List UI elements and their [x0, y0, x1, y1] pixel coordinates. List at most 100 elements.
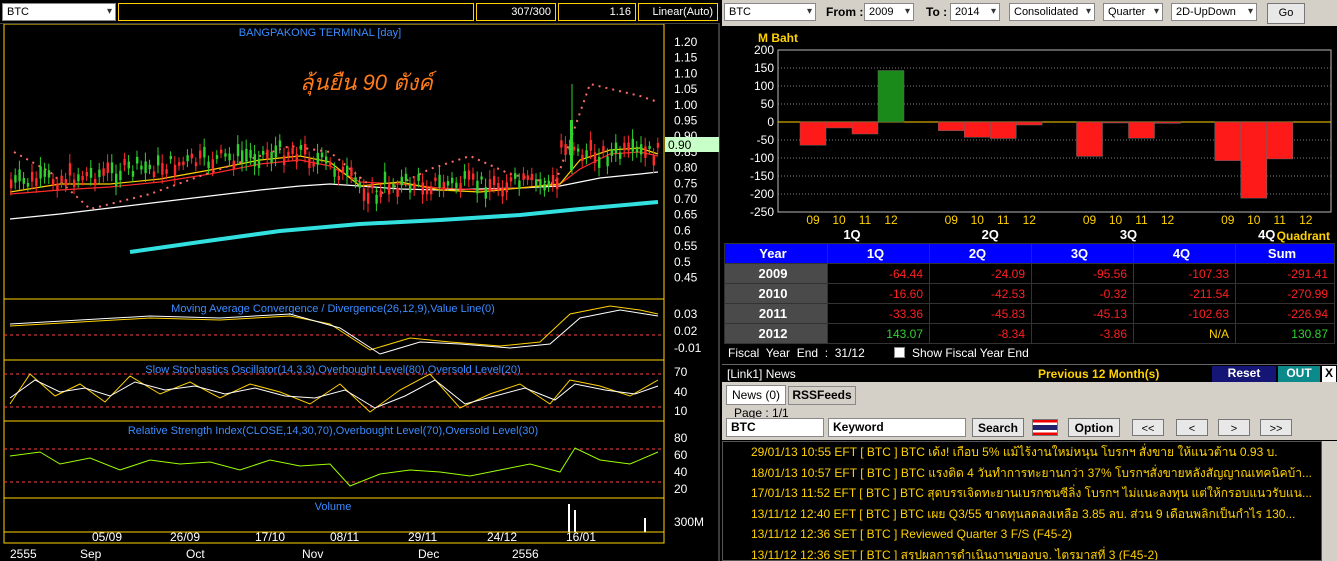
volume-tick: 300M — [674, 515, 704, 529]
year-tick: 09 — [945, 213, 959, 227]
candle — [522, 173, 525, 180]
date-tick-3: 17/10 — [255, 530, 285, 544]
keyword-input[interactable]: Keyword — [828, 418, 966, 437]
candle — [165, 169, 168, 174]
candle — [371, 182, 374, 188]
month-tick-6: 2556 — [512, 547, 539, 561]
candle — [463, 171, 466, 179]
price-tick: 0.65 — [674, 208, 698, 222]
candle — [598, 156, 601, 168]
candle — [123, 158, 126, 166]
news-item[interactable]: 13/11/12 12:36 SET [ BTC ] สรุปผลการดำเน… — [723, 545, 1321, 561]
candle — [367, 192, 370, 204]
candle — [94, 178, 97, 186]
previous-months[interactable]: Previous 12 Month(s) — [1038, 367, 1159, 381]
show-fiscal-label[interactable]: Show Fiscal Year End — [912, 346, 1029, 360]
close-icon[interactable]: X — [1322, 366, 1336, 382]
news-scrollbar[interactable] — [1322, 441, 1337, 561]
col-3q: 3Q — [1031, 243, 1134, 264]
year-tick: 10 — [1109, 213, 1123, 227]
rsi-tick-3: 40 — [674, 465, 688, 479]
candle — [320, 152, 324, 158]
to-year-select[interactable]: 2014 — [950, 3, 1000, 21]
candle — [316, 152, 319, 165]
candle — [383, 171, 387, 184]
candle — [442, 181, 445, 191]
candle — [388, 184, 391, 195]
option-button[interactable]: Option — [1068, 418, 1120, 437]
date-tick-2: 26/09 — [170, 530, 200, 544]
table-cell: -107.33 — [1133, 263, 1236, 284]
candle — [619, 152, 622, 159]
candle — [148, 164, 151, 170]
tab-news[interactable]: News (0) — [726, 385, 786, 405]
candle — [26, 182, 30, 187]
out-button[interactable]: OUT — [1278, 366, 1320, 382]
candle — [144, 161, 147, 174]
view-select[interactable]: 2D-UpDown — [1171, 3, 1257, 21]
month-tick-3: Oct — [186, 547, 205, 561]
next-page-button[interactable]: > — [1218, 419, 1250, 436]
candle — [480, 176, 483, 180]
scale-mode[interactable]: Linear(Auto) — [638, 3, 718, 21]
candle — [161, 163, 164, 175]
candle — [278, 140, 282, 148]
candle — [404, 173, 408, 181]
candle — [329, 161, 332, 166]
reset-button[interactable]: Reset — [1212, 366, 1276, 382]
news-item[interactable]: 13/11/12 12:40 EFT [ BTC ] BTC เผย Q3/55… — [723, 504, 1321, 525]
show-fiscal-checkbox[interactable] — [894, 347, 905, 358]
candle — [64, 179, 67, 186]
fund-symbol-select[interactable]: BTC — [724, 3, 816, 21]
candle — [430, 187, 433, 195]
news-item[interactable]: 18/01/13 10:57 EFT [ BTC ] BTC แรงติด 4 … — [723, 463, 1321, 484]
price-tick: 0.95 — [674, 114, 698, 128]
technical-chart[interactable]: BANGPAKONG TERMINAL [day] ลุ้นยืน 90 ตัง… — [0, 24, 722, 561]
toolbar-slot — [118, 3, 474, 21]
bar — [1266, 121, 1293, 160]
month-tick-5: Dec — [418, 547, 439, 561]
row-year: 2011 — [724, 303, 828, 324]
table-cell: N/A — [1133, 323, 1236, 344]
first-page-button[interactable]: << — [1132, 419, 1164, 436]
chart-symbol-select[interactable]: BTC — [2, 3, 116, 21]
search-button[interactable]: Search — [972, 418, 1024, 437]
candle — [577, 148, 580, 152]
go-button[interactable]: Go — [1267, 3, 1305, 24]
candle — [476, 180, 479, 194]
year-tick: 11 — [997, 213, 1010, 227]
candle — [354, 177, 357, 183]
bar — [1102, 121, 1129, 124]
bar — [1240, 121, 1267, 199]
table-cell: -0.32 — [1031, 283, 1134, 304]
news-symbol-input[interactable]: BTC — [726, 418, 824, 437]
prev-page-button[interactable]: < — [1176, 419, 1208, 436]
candle — [535, 179, 538, 186]
price-tick: 1.05 — [674, 82, 698, 96]
table-cell: -45.13 — [1031, 303, 1134, 324]
statement-select[interactable]: Consolidated — [1009, 3, 1095, 21]
table-cell: -64.44 — [827, 263, 930, 284]
table-row: 2012 143.07 -8.34 -3.86 N/A 130.87 — [724, 323, 1335, 344]
news-item[interactable]: 13/11/12 12:36 SET [ BTC ] Reviewed Quar… — [723, 524, 1321, 545]
table-cell: -211.54 — [1133, 283, 1236, 304]
period-select[interactable]: Quarter — [1103, 3, 1163, 21]
candle — [644, 146, 647, 158]
thai-flag-icon[interactable] — [1032, 419, 1058, 436]
candle — [241, 150, 244, 163]
chart-toolbar: BTC 307/300 1.16 Linear(Auto) — [0, 0, 720, 24]
candle — [606, 156, 609, 167]
table-cell: -33.36 — [827, 303, 930, 324]
from-year-select[interactable]: 2009 — [864, 3, 914, 21]
news-item[interactable]: 17/01/13 11:52 EFT [ BTC ] BTC สุดบรรเจิ… — [723, 483, 1321, 504]
candle — [266, 149, 269, 160]
candle — [421, 182, 424, 195]
candle — [178, 162, 181, 166]
year-tick: 10 — [832, 213, 846, 227]
candle — [173, 164, 177, 177]
candle — [526, 175, 529, 180]
tab-rssfeeds[interactable]: RSSFeeds — [788, 386, 856, 405]
last-page-button[interactable]: >> — [1260, 419, 1292, 436]
candle — [274, 145, 277, 158]
news-item[interactable]: 29/01/13 10:55 EFT [ BTC ] BTC เด้ง! เกื… — [723, 442, 1321, 463]
